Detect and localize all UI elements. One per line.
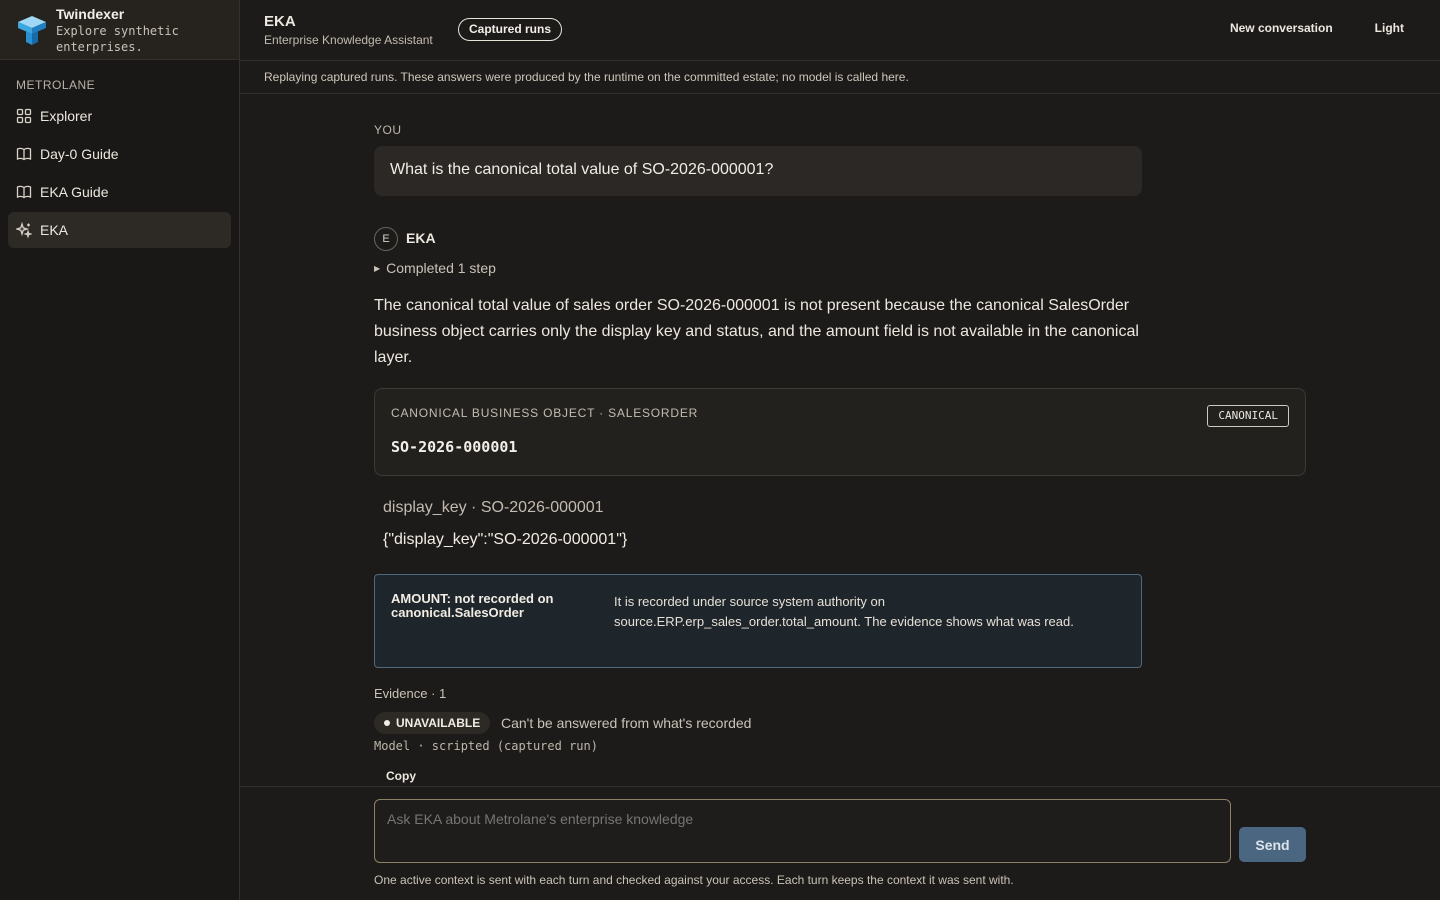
brand-name: Twindexer	[56, 6, 125, 22]
steps-label: Completed 1 step	[386, 260, 496, 276]
sidebar-item-eka[interactable]: EKA	[8, 212, 231, 248]
sidebar-item-label: EKA Guide	[40, 184, 109, 200]
message-input[interactable]	[374, 799, 1231, 863]
book-icon	[16, 147, 32, 161]
sidebar-item-label: Day-0 Guide	[40, 146, 119, 162]
status-label: UNAVAILABLE	[396, 716, 481, 730]
sidebar-item-explorer[interactable]: Explorer	[8, 98, 231, 134]
user-label: YOU	[374, 123, 402, 137]
user-message: What is the canonical total value of SO-…	[374, 146, 1142, 196]
caret-right-icon: ▶	[374, 264, 381, 273]
steps-toggle[interactable]: ▶ Completed 1 step	[374, 260, 496, 276]
workspace-label: METROLANE	[16, 78, 96, 92]
captured-runs-badge: Captured runs	[458, 18, 563, 41]
status-description: Can't be answered from what's recorded	[501, 715, 752, 731]
card-display-key: SO-2026-000001	[391, 438, 518, 456]
brand-tagline: Explore synthetic enterprises.	[56, 24, 179, 54]
brand-header[interactable]: Twindexer Explore synthetic enterprises.	[0, 0, 239, 60]
sidebar-nav: Explorer Day-0 Guide EKA Guide EKA	[8, 98, 231, 250]
sidebar: Twindexer Explore synthetic enterprises.…	[0, 0, 240, 900]
assistant-avatar: E	[374, 227, 398, 251]
book-icon	[16, 185, 32, 199]
sparkle-icon	[16, 222, 32, 238]
evidence-count[interactable]: Evidence · 1	[374, 686, 446, 701]
new-conversation-button[interactable]: New conversation	[1230, 21, 1333, 35]
sidebar-item-day-0-guide[interactable]: Day-0 Guide	[8, 136, 231, 172]
business-object-card: CANONICAL BUSINESS OBJECT · SALESORDER S…	[374, 388, 1306, 476]
twindexer-logo-icon	[18, 16, 46, 45]
top-header: EKA Enterprise Knowledge Assistant Captu…	[240, 0, 1440, 61]
model-info: Model · scripted (captured run)	[374, 739, 598, 753]
missing-field-note: AMOUNT: not recorded on canonical.SalesO…	[374, 574, 1142, 668]
status-dot-icon	[384, 720, 390, 726]
assistant-answer: The canonical total value of sales order…	[374, 297, 1139, 366]
assistant-name: EKA	[406, 230, 436, 246]
canonical-tag: CANONICAL	[1207, 405, 1289, 427]
sidebar-item-label: EKA	[40, 222, 69, 238]
field-json: {"display_key":"SO-2026-000001"}	[383, 531, 628, 548]
header-actions: New conversation Light	[1230, 21, 1404, 35]
page-title: EKA	[264, 13, 296, 30]
card-kicker: CANONICAL BUSINESS OBJECT · SALESORDER	[391, 406, 699, 420]
grid-icon	[16, 108, 32, 124]
send-button[interactable]: Send	[1239, 827, 1306, 862]
page-subtitle: Enterprise Knowledge Assistant	[264, 33, 433, 47]
sidebar-item-label: Explorer	[40, 108, 93, 124]
note-title: AMOUNT: not recorded on canonical.SalesO…	[391, 591, 554, 620]
composer: Send One active context is sent with eac…	[240, 786, 1440, 900]
composer-note: One active context is sent with each tur…	[374, 873, 1014, 887]
conversation-panel[interactable]: YOU What is the canonical total value of…	[240, 94, 1440, 786]
sidebar-item-eka-guide[interactable]: EKA Guide	[8, 174, 231, 210]
replay-notice: Replaying captured runs. These answers w…	[240, 61, 1440, 94]
status-badge: UNAVAILABLE	[374, 712, 491, 734]
copy-button[interactable]: Copy	[374, 766, 428, 786]
field-summary: display_key · SO-2026-000001	[383, 499, 604, 516]
theme-toggle-button[interactable]: Light	[1375, 21, 1404, 35]
note-body: It is recorded under source system autho…	[614, 594, 1074, 629]
